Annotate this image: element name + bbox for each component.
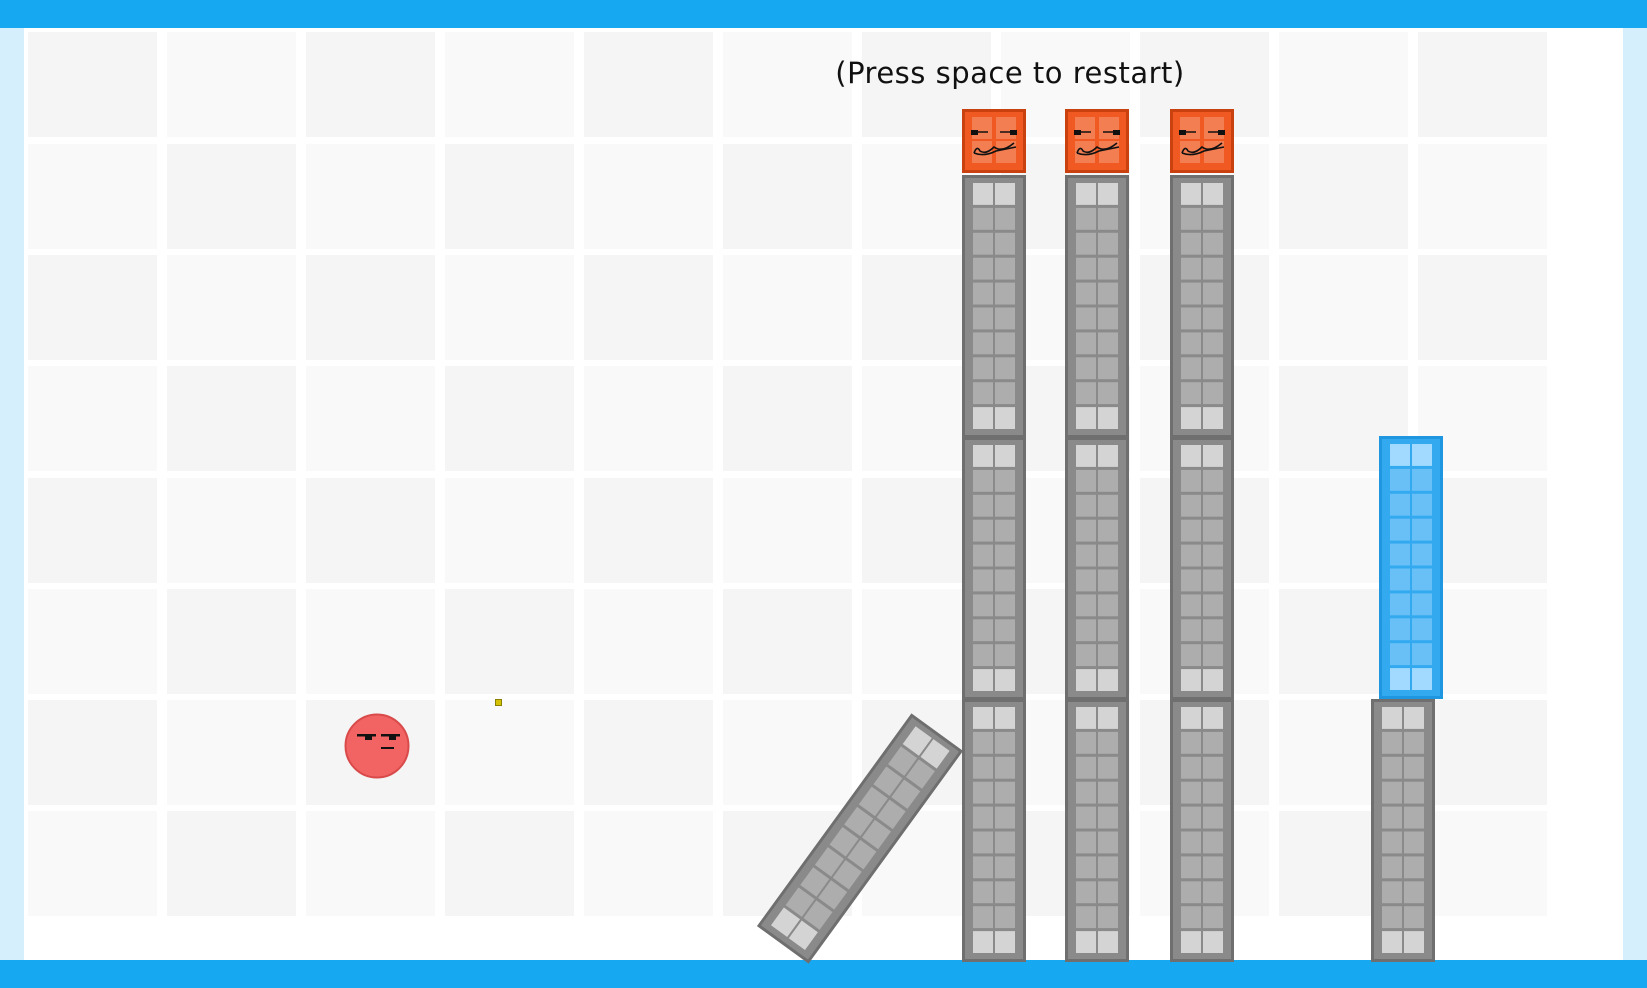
background-tile [584,144,713,249]
background-tile [28,478,157,583]
orange-face-block [1065,109,1129,173]
mustache-face-icon [1065,109,1129,173]
background-tile [28,700,157,805]
background-tile [723,144,852,249]
background-tile [445,144,574,249]
background-tile [445,589,574,694]
background-tile [28,366,157,471]
gray-block [1371,699,1435,962]
right-frame-side [1623,28,1647,960]
background-tile [28,255,157,360]
background-tile [167,811,296,916]
background-tile [1418,255,1547,360]
gray-block [1065,437,1129,700]
background-tile [167,478,296,583]
background-tile [445,478,574,583]
background-tile [306,144,435,249]
gray-block [962,699,1026,962]
background-tile [584,32,713,137]
background-tile [167,32,296,137]
background-tile [584,478,713,583]
background-tile [306,32,435,137]
background-tile [28,811,157,916]
gray-block [962,437,1026,700]
game-scene[interactable]: (Press space to restart) [0,0,1647,988]
background-tile [306,478,435,583]
background-tile [306,366,435,471]
gray-block [1065,175,1129,438]
background-tile [584,811,713,916]
background-tile [167,589,296,694]
gray-block [1170,437,1234,700]
background-tile [445,255,574,360]
background-tile [584,589,713,694]
background-tile [167,366,296,471]
background-tile [1418,32,1547,137]
bottom-frame-bar [0,960,1647,988]
background-tile [723,700,852,805]
background-tile [723,255,852,360]
orange-face-block [1170,109,1234,173]
top-frame-bar [0,0,1647,28]
background-tile [1279,144,1408,249]
gray-block [1065,699,1129,962]
background-tile [28,144,157,249]
gray-block [1170,175,1234,438]
background-tile [445,700,574,805]
background-tile [445,32,574,137]
background-tile [1279,255,1408,360]
mustache-face-icon [1170,109,1234,173]
background-tile [445,366,574,471]
gray-block [962,175,1026,438]
background-tile [1418,811,1547,916]
mustache-face-icon [962,109,1026,173]
gray-block [1170,699,1234,962]
restart-hint: (Press space to restart) [835,56,1185,90]
background-tile [28,32,157,137]
background-tile [723,478,852,583]
background-tile [584,700,713,805]
background-tile [306,255,435,360]
left-frame-side [0,28,24,960]
blue-block [1379,436,1443,699]
background-tile [28,589,157,694]
background-tile [584,366,713,471]
background-tile [306,589,435,694]
background-tile [1418,144,1547,249]
smug-face-icon [344,713,410,779]
background-tile [306,811,435,916]
background-tile [723,366,852,471]
background-tile [167,144,296,249]
background-tile [723,589,852,694]
background-tile [167,255,296,360]
background-tile [445,811,574,916]
background-tile [1418,700,1547,805]
yellow-speck [495,699,502,706]
background-tile [584,255,713,360]
background-tile [167,700,296,805]
orange-face-block [962,109,1026,173]
red-ball[interactable] [344,713,410,779]
